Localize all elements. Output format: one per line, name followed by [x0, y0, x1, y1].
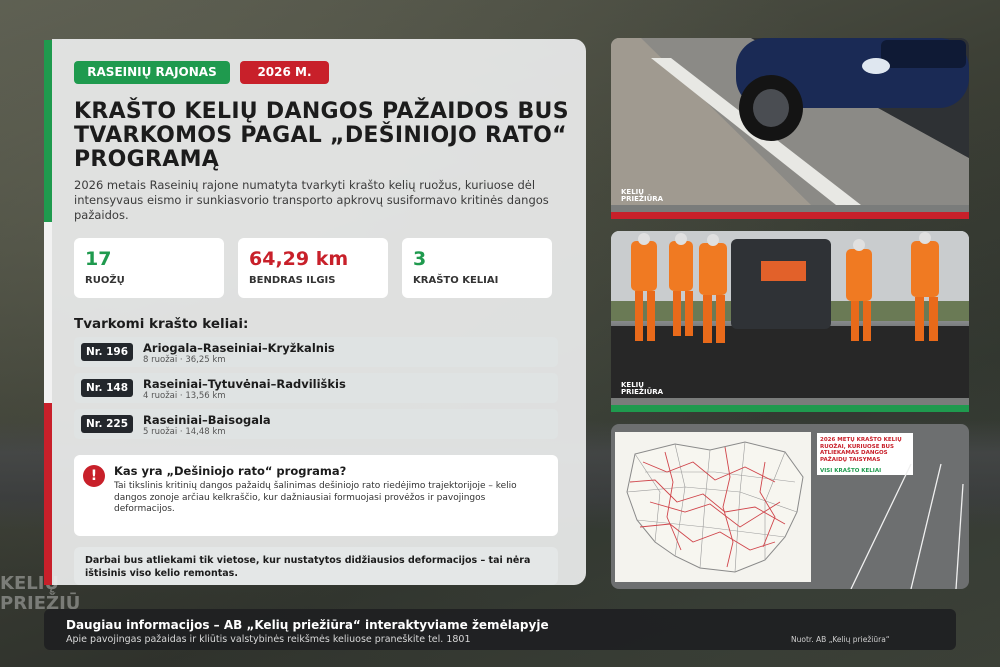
stat-card-roads: 3 KRAŠTO KELIAI: [402, 238, 552, 298]
note-box: Darbai bus atliekami tik vietose, kur nu…: [74, 547, 558, 585]
footer-subtitle: Apie pavojingas pažaidas ir kliūtis vals…: [66, 634, 471, 645]
photo-divider-green: [611, 398, 969, 412]
road-item: Nr. 225 Raseiniai–Baisogala 5 ruožai · 1…: [74, 409, 558, 439]
year-tag: 2026 M.: [240, 61, 329, 84]
flag-stripe: [44, 40, 52, 585]
road-workers-illustration: [611, 231, 969, 398]
road-name: Raseiniai–Baisogala: [143, 413, 271, 427]
footer-bar: Daugiau informacijos – AB „Kelių priežiū…: [44, 609, 956, 650]
photo-car-road: KELIŲ PRIEŽIŪRA: [611, 38, 969, 205]
roads-title: Tvarkomi krašto keliai:: [74, 316, 249, 332]
photo-road-workers: KELIŲ PRIEŽIŪRA: [611, 231, 969, 398]
stat-value: 3: [413, 248, 427, 270]
exclamation-icon: !: [83, 465, 105, 487]
road-item: Nr. 196 Ariogala–Raseiniai–Kryžkalnis 8 …: [74, 337, 558, 367]
stat-label: RUOŽŲ: [85, 275, 125, 286]
road-number-badge: Nr. 196: [81, 343, 133, 361]
headline: KRAŠTO KELIŲ DANGOS PAŽAIDOS BUS TVARKOM…: [74, 99, 569, 172]
stat-label: BENDRAS ILGIS: [249, 275, 336, 286]
lithuania-road-map: 2026 METŲ KRAŠTO KELIŲ RUOŽAI, KURIUOSE …: [611, 424, 969, 589]
car-road-illustration: [611, 38, 969, 205]
info-box: ! Kas yra „Dešiniojo rato“ programa? Tai…: [74, 455, 558, 536]
info-title: Kas yra „Dešiniojo rato“ programa?: [114, 464, 347, 478]
stat-value: 17: [85, 248, 112, 270]
road-meta: 8 ruožai · 36,25 km: [143, 355, 226, 365]
lead-text: 2026 metais Raseinių rajone numatyta tva…: [74, 178, 549, 222]
photo-divider-red: [611, 205, 969, 219]
stat-card-length: 64,29 km BENDRAS ILGIS: [238, 238, 388, 298]
stat-label: KRAŠTO KELIAI: [413, 275, 499, 286]
road-meta: 5 ruožai · 14,48 km: [143, 427, 226, 437]
road-item: Nr. 148 Raseiniai–Tytuvėnai–Radviliškis …: [74, 373, 558, 403]
footer-title: Daugiau informacijos – AB „Kelių priežiū…: [66, 618, 549, 632]
photo-logo: KELIŲ PRIEŽIŪRA: [621, 188, 664, 203]
photo-source: Nuotr. AB „Kelių priežiūra“: [791, 635, 890, 644]
road-name: Raseiniai–Tytuvėnai–Radviliškis: [143, 377, 346, 391]
road-meta: 4 ruožai · 13,56 km: [143, 391, 226, 401]
photo-logo: KELIŲ PRIEŽIŪRA: [621, 381, 664, 396]
stat-value: 64,29 km: [249, 248, 349, 270]
road-name: Ariogala–Raseiniai–Kryžkalnis: [143, 341, 335, 355]
map-road-lines: [850, 463, 964, 589]
region-tag: RASEINIŲ RAJONAS: [74, 61, 230, 84]
road-number-badge: Nr. 225: [81, 415, 133, 433]
stat-card-segments: 17 RUOŽŲ: [74, 238, 224, 298]
info-text: Tai tikslinis kritinių dangos pažaidų ša…: [114, 481, 517, 514]
road-number-badge: Nr. 148: [81, 379, 133, 397]
